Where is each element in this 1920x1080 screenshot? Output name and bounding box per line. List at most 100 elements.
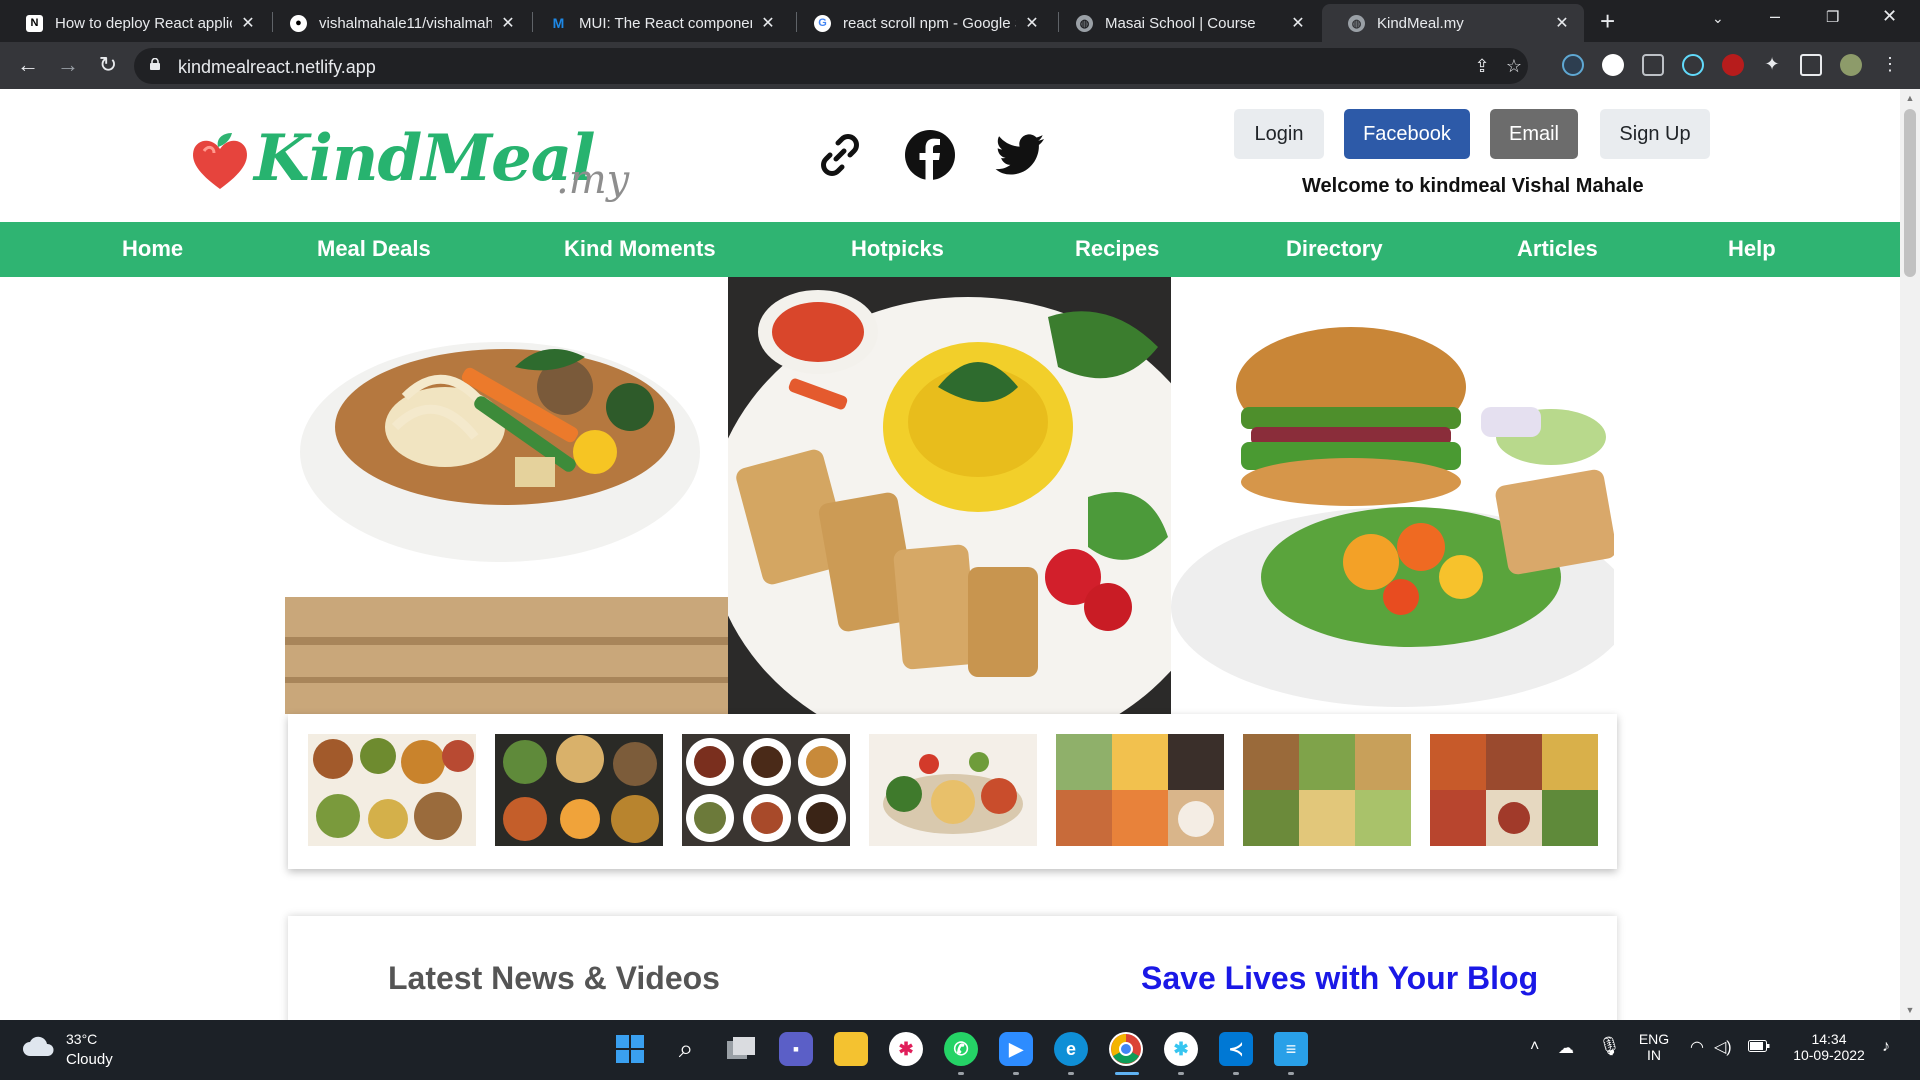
windows-taskbar: 33°C Cloudy ⌕ ▪ ✱ ✆ ▶ e ✱ ≺ ≡ ˄ ☁ 🎙 ENG …: [0, 1020, 1920, 1080]
extensions-puzzle-icon[interactable]: ✦: [1762, 54, 1782, 74]
side-panel-icon[interactable]: [1800, 54, 1822, 76]
facebook-icon[interactable]: [904, 129, 956, 181]
search-icon[interactable]: ⌕: [669, 1032, 703, 1066]
email-login-button[interactable]: Email: [1490, 109, 1578, 159]
chrome-icon[interactable]: [1109, 1032, 1143, 1066]
active-indicator: [1115, 1072, 1139, 1075]
nav-item-hotpicks[interactable]: Hotpicks: [851, 236, 944, 262]
extension-icon[interactable]: [1602, 54, 1624, 76]
task-view-icon[interactable]: [724, 1032, 758, 1066]
thumbnail-image[interactable]: [308, 734, 476, 846]
close-icon[interactable]: ✕: [760, 13, 776, 33]
vscode-icon[interactable]: ≺: [1219, 1032, 1253, 1066]
file-explorer-icon[interactable]: [834, 1032, 868, 1066]
tab-google-search[interactable]: G react scroll npm - Google S ✕: [788, 4, 1054, 42]
thumbnail-image[interactable]: [1056, 734, 1224, 846]
microphone-icon[interactable]: 🎙: [1598, 1036, 1621, 1057]
close-icon[interactable]: ✕: [500, 13, 516, 33]
battery-icon[interactable]: [1748, 1039, 1770, 1057]
tab-deploy-react[interactable]: N How to deploy React applic ✕: [0, 4, 270, 42]
burger-salad-image: [1171, 277, 1614, 714]
blog-heading[interactable]: Save Lives with Your Blog: [1141, 960, 1538, 997]
tab-masai[interactable]: ◍ Masai School | Course ✕: [1050, 4, 1320, 42]
tab-search-icon[interactable]: ⌄: [1712, 10, 1724, 27]
tab-kindmeal[interactable]: ◍ KindMeal.my ✕: [1322, 4, 1584, 42]
hero-banner[interactable]: [285, 277, 1614, 714]
whatsapp-icon[interactable]: ✆: [944, 1032, 978, 1066]
react-devtools-icon[interactable]: [1682, 54, 1704, 76]
close-icon[interactable]: ✕: [1554, 13, 1570, 33]
start-icon[interactable]: [613, 1032, 647, 1066]
notification-bell-icon[interactable]: ♪: [1882, 1038, 1890, 1056]
weather-temperature[interactable]: 33°C: [66, 1031, 97, 1047]
kindmeal-logo[interactable]: KindMeal .my: [188, 117, 629, 207]
globe-icon: ◍: [1348, 14, 1365, 32]
login-button[interactable]: Login: [1234, 109, 1324, 159]
onedrive-icon[interactable]: ☁: [1558, 1038, 1574, 1058]
running-indicator: [1013, 1072, 1019, 1075]
menu-kebab-icon[interactable]: ⋮: [1880, 54, 1900, 74]
mui-icon: M: [552, 15, 565, 31]
teams-chat-icon[interactable]: ▪: [779, 1032, 813, 1066]
bookmark-star-icon[interactable]: ☆: [1504, 56, 1524, 76]
signup-button[interactable]: Sign Up: [1600, 109, 1710, 159]
close-icon[interactable]: ✕: [1290, 13, 1306, 33]
tab-title: react scroll npm - Google S: [843, 14, 1016, 32]
link-icon[interactable]: [814, 129, 866, 181]
profile-avatar[interactable]: [1840, 54, 1862, 76]
facebook-login-button[interactable]: Facebook: [1344, 109, 1470, 159]
share-icon[interactable]: ⇪: [1472, 56, 1492, 76]
address-bar[interactable]: kindmealreact.netlify.app ⇪ ☆: [134, 48, 1528, 84]
nav-item-articles[interactable]: Articles: [1517, 236, 1598, 262]
thumbnail-image[interactable]: [495, 734, 663, 846]
zoom-icon[interactable]: ▶: [999, 1032, 1033, 1066]
news-section: Latest News & Videos Save Lives with You…: [288, 916, 1617, 1020]
close-icon[interactable]: ✕: [1024, 13, 1040, 33]
clock[interactable]: 14:34 10-09-2022: [1784, 1031, 1874, 1063]
thumbnail-image[interactable]: [1430, 734, 1598, 846]
edge-icon[interactable]: e: [1054, 1032, 1088, 1066]
tab-github[interactable]: ● vishalmahale11/vishalmaha ✕: [264, 4, 530, 42]
extension-icon[interactable]: [1562, 54, 1584, 76]
nav-item-home[interactable]: Home: [122, 236, 183, 262]
tab-title: KindMeal.my: [1377, 14, 1464, 32]
ublock-icon[interactable]: [1722, 54, 1744, 76]
nav-item-directory[interactable]: Directory: [1286, 236, 1383, 262]
extension-icon[interactable]: [1642, 54, 1664, 76]
chevron-up-icon[interactable]: ˄: [1530, 1038, 1539, 1056]
globe-icon: ◍: [1076, 14, 1093, 32]
back-button[interactable]: ←: [14, 51, 42, 79]
twitter-icon[interactable]: [994, 129, 1046, 181]
page-scrollbar[interactable]: ▲ ▼: [1900, 89, 1920, 1020]
tab-title: How to deploy React applic: [55, 14, 232, 32]
nav-item-help[interactable]: Help: [1728, 236, 1776, 262]
nav-item-recipes[interactable]: Recipes: [1075, 236, 1159, 262]
tab-mui[interactable]: M MUI: The React component ✕: [524, 4, 790, 42]
close-icon[interactable]: ✕: [240, 13, 256, 33]
thumbnail-image[interactable]: [682, 734, 850, 846]
scroll-down-icon[interactable]: ▼: [1904, 1005, 1916, 1015]
slack-icon[interactable]: ✱: [889, 1032, 923, 1066]
volume-icon[interactable]: ◁): [1714, 1037, 1732, 1057]
nav-item-meal-deals[interactable]: Meal Deals: [317, 236, 431, 262]
weather-condition[interactable]: Cloudy: [66, 1051, 113, 1068]
thumbnail-image[interactable]: [869, 734, 1037, 846]
wifi-icon[interactable]: ◠: [1690, 1037, 1704, 1057]
notepad-icon[interactable]: ≡: [1274, 1032, 1308, 1066]
cloud-icon[interactable]: [22, 1034, 56, 1058]
scroll-thumb[interactable]: [1904, 109, 1916, 277]
nav-item-kind-moments[interactable]: Kind Moments: [564, 236, 716, 262]
scroll-up-icon[interactable]: ▲: [1904, 93, 1916, 103]
restore-button[interactable]: ❐: [1826, 8, 1839, 26]
close-window-button[interactable]: ✕: [1882, 6, 1897, 27]
thumbnail-image[interactable]: [1243, 734, 1411, 846]
language-indicator[interactable]: ENG IN: [1636, 1031, 1672, 1063]
new-tab-button[interactable]: +: [1600, 8, 1615, 34]
minimize-button[interactable]: –: [1770, 6, 1780, 27]
yellow-rice-plate-image: [728, 277, 1171, 714]
reload-button[interactable]: ↻: [94, 51, 122, 79]
forward-button[interactable]: →: [54, 51, 82, 79]
language-code: ENG: [1638, 1031, 1670, 1047]
running-indicator: [958, 1072, 964, 1075]
slack-icon[interactable]: ✱: [1164, 1032, 1198, 1066]
